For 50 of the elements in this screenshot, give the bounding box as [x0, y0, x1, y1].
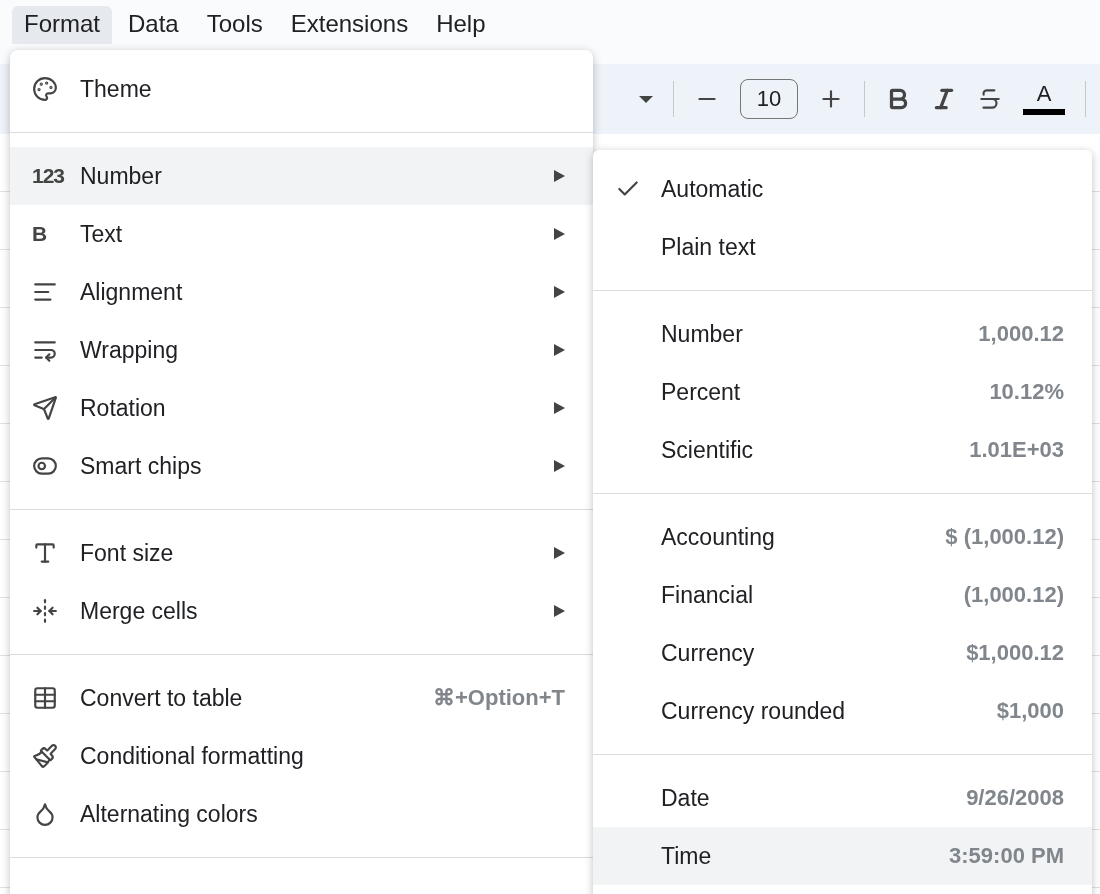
menu-item[interactable]: Alignment	[10, 263, 593, 321]
table-icon	[32, 685, 58, 711]
strikethrough-icon[interactable]	[977, 86, 1003, 112]
format-option[interactable]: Scientific 1.01E+03	[593, 421, 1092, 479]
format-option[interactable]: Currency $1,000.12	[593, 624, 1092, 682]
format-option[interactable]: Percent 10.12%	[593, 363, 1092, 421]
format-example: $1,000.12	[966, 640, 1064, 666]
format-option[interactable]: Date 9/26/2008	[593, 769, 1092, 827]
format-option[interactable]: Financial (1,000.12)	[593, 566, 1092, 624]
menu-item[interactable]: B Text	[10, 205, 593, 263]
menu-item[interactable]: Convert to table ⌘+Option+T	[10, 669, 593, 727]
format-example: 1.01E+03	[969, 437, 1064, 463]
format-option[interactable]: Plain text	[593, 218, 1092, 276]
format-example: (1,000.12)	[963, 582, 1064, 608]
shortcut-text: ⌘+Option+T	[433, 685, 565, 711]
format-example: 9/26/2008	[966, 785, 1064, 811]
format-example: 3:59:00 PM	[949, 843, 1064, 869]
menu-tab[interactable]: Extensions	[278, 6, 421, 44]
menu-item[interactable]: Conditional formatting	[10, 727, 593, 785]
menu-item[interactable]: Merge cells	[10, 582, 593, 640]
menu-tab[interactable]: Help	[424, 6, 498, 44]
menu-item[interactable]: Font size	[10, 524, 593, 582]
menu-tab[interactable]: Format	[12, 6, 112, 44]
format-option[interactable]: Automatic	[593, 160, 1092, 218]
menu-tab[interactable]: Tools	[194, 6, 275, 44]
type-icon	[32, 540, 58, 566]
format-option[interactable]: Accounting $ (1,000.12)	[593, 508, 1092, 566]
format-option[interactable]: Currency rounded $1,000	[593, 682, 1092, 740]
format-example: $1,000	[996, 698, 1064, 724]
format-option[interactable]: Time 3:59:00 PM	[593, 827, 1092, 885]
paintbrush-icon	[32, 743, 58, 769]
paper-plane-icon	[32, 395, 58, 421]
palette-icon	[32, 76, 58, 102]
menu-item[interactable]: Rotation	[10, 379, 593, 437]
number-format-icon: B	[32, 222, 47, 246]
menu-item[interactable]: Wrapping	[10, 321, 593, 379]
menu-item[interactable]: Smart chips	[10, 437, 593, 495]
caret-icon[interactable]	[639, 95, 653, 103]
fold-icon	[32, 598, 58, 624]
font-size-field[interactable]: 10	[740, 79, 798, 119]
menu-item[interactable]: 123 Number	[10, 147, 593, 205]
menu-item[interactable]: Theme	[10, 60, 593, 118]
menu-tab[interactable]: Data	[116, 6, 191, 44]
menu-item[interactable]: Alternating colors	[10, 785, 593, 843]
format-example: $ (1,000.12)	[945, 524, 1064, 550]
format-option[interactable]: Number 1,000.12	[593, 305, 1092, 363]
text-color-button[interactable]: A	[1023, 83, 1065, 115]
number-format-icon: 123	[32, 164, 65, 188]
format-example: 10.12%	[989, 379, 1064, 405]
format-example: 1,000.12	[978, 321, 1064, 347]
